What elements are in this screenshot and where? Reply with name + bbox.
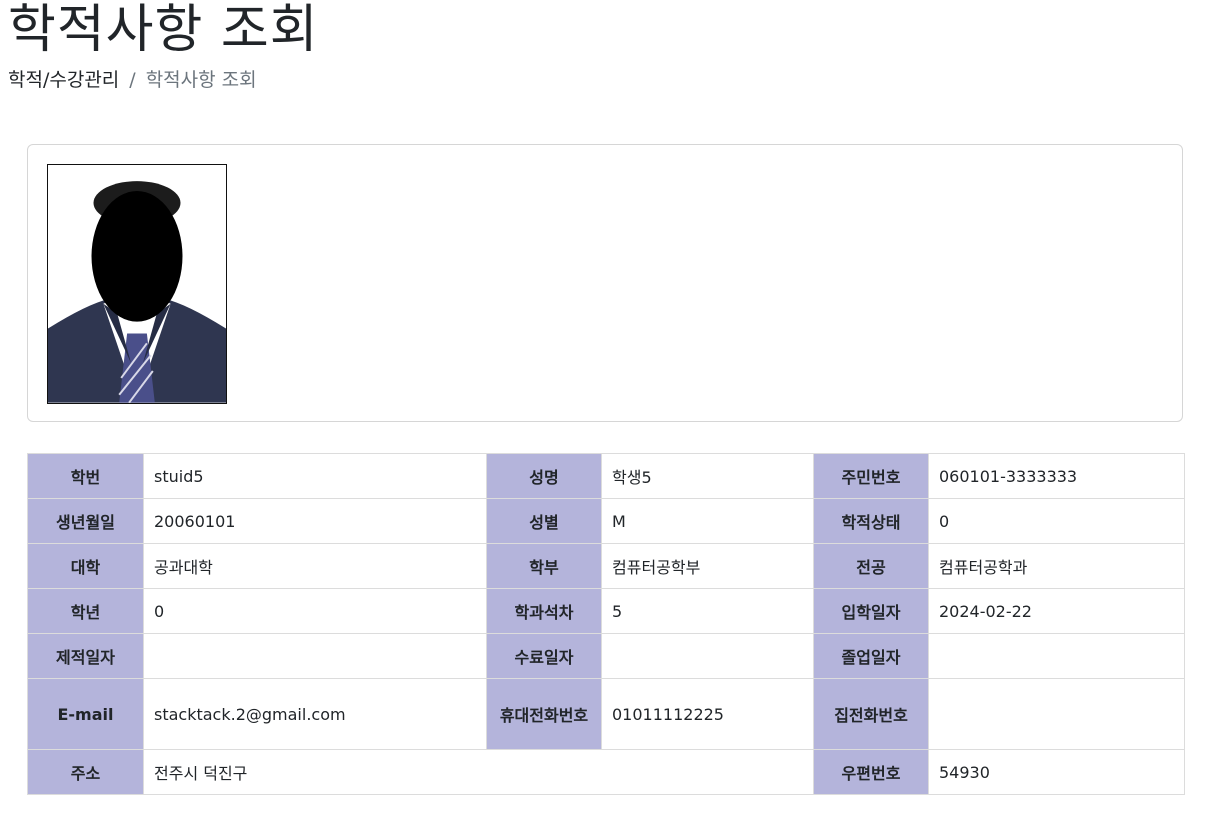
rank-value: 5: [601, 588, 814, 634]
school-value: 컴퓨터공학부: [601, 543, 814, 589]
rank-label: 학과석차: [486, 588, 602, 634]
home-phone-label: 집전화번호: [813, 678, 929, 750]
name-label: 성명: [486, 453, 602, 499]
gender-label: 성별: [486, 498, 602, 544]
table-row: 학번 stuid5 성명 학생5 주민번호 060101-3333333: [27, 453, 1185, 499]
major-label: 전공: [813, 543, 929, 589]
status-value: 0: [928, 498, 1185, 544]
name-value: 학생5: [601, 453, 814, 499]
expelled-label: 제적일자: [27, 633, 144, 679]
email-value: stacktack.2@gmail.com: [143, 678, 487, 750]
breadcrumb: 학적/수강관리 / 학적사항 조회: [8, 66, 257, 94]
birth-value: 20060101: [143, 498, 487, 544]
student-info-table: 학번 stuid5 성명 학생5 주민번호 060101-3333333 생년월…: [27, 453, 1185, 795]
student-photo: [47, 164, 227, 404]
table-row: 생년월일 20060101 성별 M 학적상태 0: [27, 498, 1185, 544]
grade-label: 학년: [27, 588, 144, 634]
school-label: 학부: [486, 543, 602, 589]
postal-value: 54930: [928, 749, 1185, 795]
student-id-value: stuid5: [143, 453, 487, 499]
photo-card: [27, 144, 1183, 422]
address-label: 주소: [27, 749, 144, 795]
admission-value: 2024-02-22: [928, 588, 1185, 634]
mobile-label: 휴대전화번호: [486, 678, 602, 750]
home-phone-value: [928, 678, 1185, 750]
table-row: E-mail stacktack.2@gmail.com 휴대전화번호 0101…: [27, 678, 1185, 750]
status-label: 학적상태: [813, 498, 929, 544]
postal-label: 우편번호: [813, 749, 929, 795]
graduation-value: [928, 633, 1185, 679]
table-row: 학년 0 학과석차 5 입학일자 2024-02-22: [27, 588, 1185, 634]
resident-no-value: 060101-3333333: [928, 453, 1185, 499]
graduation-label: 졸업일자: [813, 633, 929, 679]
expelled-value: [143, 633, 487, 679]
gender-value: M: [601, 498, 814, 544]
completion-value: [601, 633, 814, 679]
grade-value: 0: [143, 588, 487, 634]
breadcrumb-separator: /: [129, 69, 136, 91]
college-label: 대학: [27, 543, 144, 589]
student-id-label: 학번: [27, 453, 144, 499]
major-value: 컴퓨터공학과: [928, 543, 1185, 589]
table-row: 주소 전주시 덕진구 우편번호 54930: [27, 749, 1185, 795]
resident-no-label: 주민번호: [813, 453, 929, 499]
email-label: E-mail: [27, 678, 144, 750]
college-value: 공과대학: [143, 543, 487, 589]
page-title: 학적사항 조회: [8, 0, 319, 60]
address-value: 전주시 덕진구: [143, 749, 814, 795]
breadcrumb-item-current: 학적사항 조회: [145, 69, 257, 91]
birth-label: 생년월일: [27, 498, 144, 544]
mobile-value: 01011112225: [601, 678, 814, 750]
breadcrumb-item-academic[interactable]: 학적/수강관리: [8, 69, 119, 91]
table-row: 제적일자 수료일자 졸업일자: [27, 633, 1185, 679]
table-row: 대학 공과대학 학부 컴퓨터공학부 전공 컴퓨터공학과: [27, 543, 1185, 589]
admission-label: 입학일자: [813, 588, 929, 634]
completion-label: 수료일자: [486, 633, 602, 679]
